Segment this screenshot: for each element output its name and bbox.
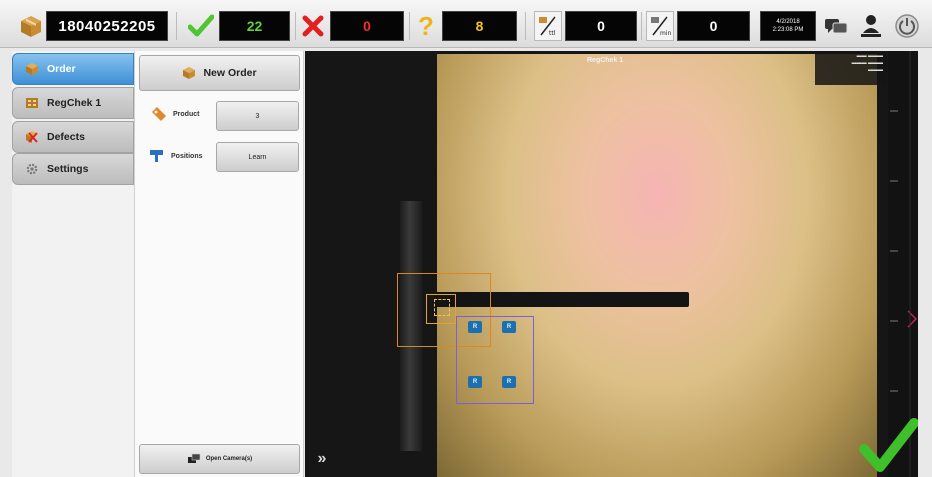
gear-icon (25, 163, 39, 175)
order-number-display: 18040252205 (46, 11, 168, 41)
learn-button[interactable]: Learn (216, 142, 299, 172)
checkmark-icon (186, 11, 216, 41)
x-icon (299, 11, 327, 41)
unknown-count: 8 (475, 18, 484, 34)
counter-b-display: 0 (677, 11, 750, 41)
chevron-right-icon: » (317, 450, 327, 467)
fiducial-marker[interactable]: R (502, 376, 516, 388)
product-value: 3 (255, 112, 260, 120)
user-button[interactable] (856, 11, 886, 41)
chat-icon (825, 19, 848, 34)
sidebar-item-regchek[interactable]: RegChek 1 (12, 87, 134, 119)
unknown-count-display: 8 (442, 11, 517, 41)
reference-mark-inner (434, 299, 450, 316)
counter-a: 0 (597, 18, 605, 34)
product-label-row: Product (151, 107, 199, 121)
open-cameras-label: Open Camera(s) (205, 456, 253, 462)
sidebar-item-label: Settings (47, 163, 89, 175)
fiducial-marker[interactable]: R (502, 321, 516, 333)
counter-b: 0 (709, 18, 718, 34)
svg-text:min: min (660, 30, 672, 37)
pass-count: 22 (246, 18, 263, 34)
box-icon (183, 67, 196, 79)
pass-count-display: 22 (219, 11, 290, 41)
fail-count-display: 0 (330, 11, 404, 41)
user-icon (861, 15, 881, 37)
positions-icon (150, 150, 163, 162)
fail-count: 0 (363, 18, 371, 34)
pass-status-icon (858, 415, 918, 475)
open-cameras-button[interactable]: Open Camera(s) (139, 444, 300, 474)
order-number: 18040252205 (58, 17, 156, 35)
product-selector[interactable]: 3 (216, 101, 299, 131)
clock-display: 4/2/2018 2:23:08 PM (760, 11, 816, 41)
sidebar-item-order[interactable]: Order (12, 53, 134, 85)
new-order-label: New Order (203, 67, 257, 79)
order-panel: New Order Product 3 Positions Learn Open… (134, 51, 304, 477)
ratio-icon: ttl (534, 11, 562, 41)
new-order-button[interactable]: New Order (139, 55, 300, 91)
sidebar-item-label: RegChek 1 (47, 97, 102, 109)
learn-label: Learn (248, 153, 267, 161)
product-label: Product (173, 110, 200, 118)
sidebar-item-label: Order (47, 63, 76, 75)
sidebar-item-defects[interactable]: Defects (12, 121, 134, 153)
inspected-product-image (437, 54, 877, 477)
power-button[interactable] (892, 11, 922, 41)
tag-icon (152, 107, 166, 121)
sidebar-item-label: Defects (47, 131, 85, 143)
fiducial-marker[interactable]: R (468, 376, 482, 388)
positions-label-row: Positions (149, 149, 203, 163)
positions-label: Positions (171, 152, 203, 160)
camera-icon (187, 453, 201, 463)
measurement-overlay: ▬▬ ▬▬▬ ▬▬▬ ▬▬▬ ▬▬▬ (815, 51, 887, 85)
sidebar-item-settings[interactable]: Settings (12, 153, 134, 185)
expand-chevron-button[interactable]: » (311, 449, 333, 469)
box-icon (25, 63, 39, 75)
side-scale (888, 51, 918, 477)
sidebar: Order RegChek 1 Defects Settings (12, 51, 134, 477)
power-icon (895, 14, 919, 38)
fiducial-marker[interactable]: R (468, 321, 482, 333)
top-toolbar: 18040252205 22 0 ? 8 ttl 0 min 0 4/2/201… (0, 0, 932, 48)
rate-icon: min (646, 11, 674, 41)
clock-date: 4/2/2018 (776, 19, 800, 25)
regchek-icon (25, 97, 39, 109)
clock-time: 2:23:08 PM (772, 27, 804, 33)
camera-view[interactable]: RegChek 1 R R R R ▬▬ ▬▬▬ ▬▬▬ ▬▬▬ ▬▬▬ » (305, 51, 918, 477)
defects-icon (25, 131, 39, 143)
chat-button[interactable] (821, 11, 851, 41)
counter-a-display: 0 (565, 11, 637, 41)
box-icon (18, 11, 44, 41)
question-mark-icon: ? (418, 10, 434, 41)
svg-text:ttl: ttl (549, 30, 556, 37)
camera-title: RegChek 1 (587, 57, 624, 64)
